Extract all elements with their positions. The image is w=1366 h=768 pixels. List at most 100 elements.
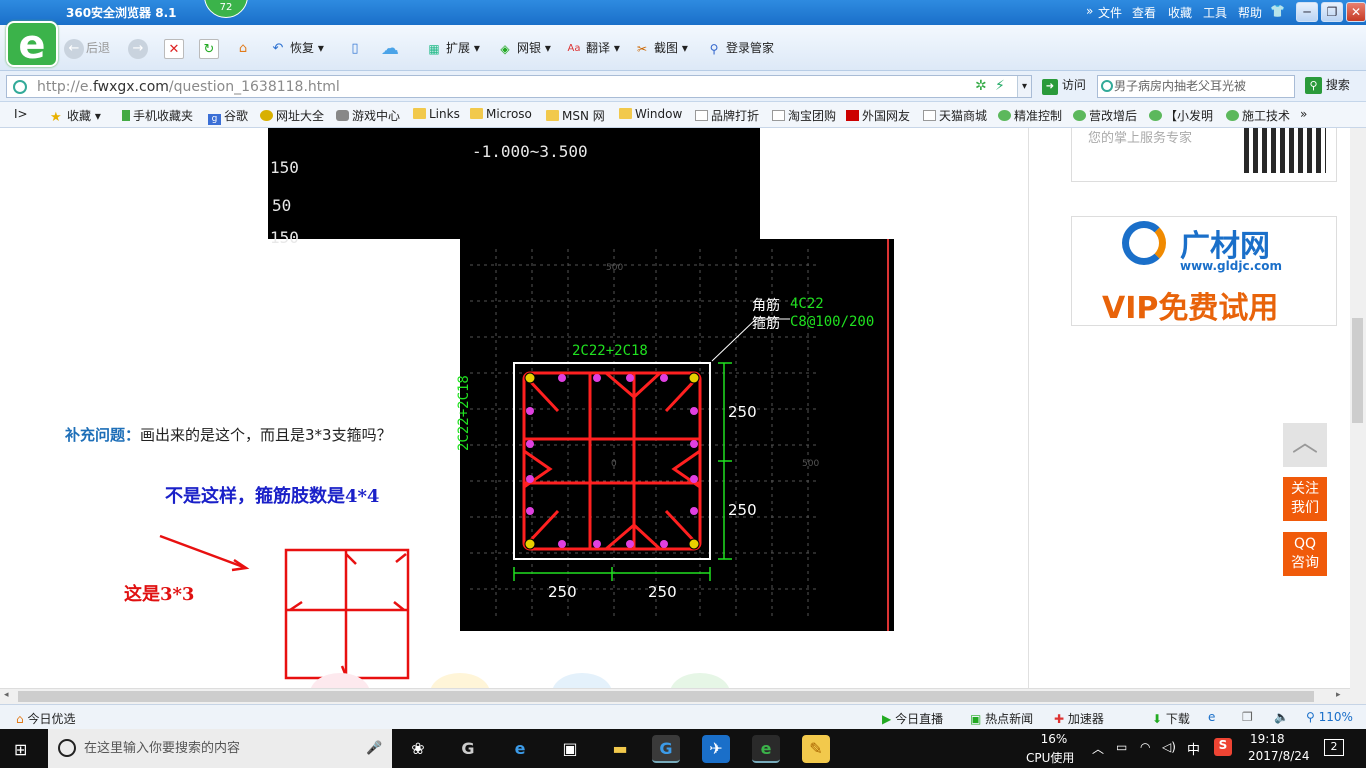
- fav-sites[interactable]: 网址大全: [260, 107, 324, 124]
- mobile-button[interactable]: ▯: [345, 37, 367, 59]
- qr-ad[interactable]: 您的掌上服务专家: [1071, 128, 1337, 182]
- fav-microsoft[interactable]: Microso: [470, 107, 532, 121]
- windows-start-icon[interactable]: ⊞: [14, 740, 27, 759]
- fav-msn[interactable]: MSN 网: [546, 107, 605, 124]
- clock-date[interactable]: 2017/8/24: [1248, 749, 1310, 763]
- extensions-button[interactable]: ▦ 扩展 ▾: [424, 37, 480, 59]
- notification-center[interactable]: 2: [1324, 739, 1344, 756]
- grid-label-top: 500: [606, 263, 624, 273]
- menu-file[interactable]: 文件: [1098, 4, 1122, 21]
- zoom-level[interactable]: ⚲ 110%: [1306, 710, 1353, 724]
- store-icon[interactable]: ▣: [556, 735, 584, 763]
- fav-precise[interactable]: 精准控制: [998, 107, 1062, 124]
- qq-consult-button[interactable]: QQ咨询: [1283, 532, 1327, 576]
- fav-mobile[interactable]: 手机收藏夹: [122, 107, 193, 124]
- promo-text: VIP免费试用: [1102, 291, 1279, 326]
- page-icon: [772, 110, 785, 121]
- fav-tmall[interactable]: 天猫商城: [923, 107, 987, 124]
- follow-us-button[interactable]: 关注我们: [1283, 477, 1327, 521]
- sogou-icon[interactable]: S: [1214, 738, 1232, 756]
- microphone-icon[interactable]: 🎤: [366, 729, 382, 768]
- cad-column-section: 角筋 4C22 箍筋 C8@100/200 2C22+2C18 2C22+2C1…: [456, 239, 894, 631]
- restore-button[interactable]: ↶ 恢复 ▾: [268, 37, 324, 59]
- fav-windows[interactable]: Window: [619, 107, 682, 121]
- battery-icon[interactable]: ▭: [1116, 740, 1127, 754]
- back-to-top-button[interactable]: ︿: [1283, 423, 1327, 467]
- fav-games[interactable]: 游戏中心: [336, 107, 400, 124]
- fav-brand[interactable]: 品牌打折: [695, 107, 759, 124]
- ie-icon[interactable]: e: [1208, 710, 1215, 724]
- translate-button[interactable]: Aa 翻译 ▾: [564, 37, 620, 59]
- back-button[interactable]: ← 后退: [64, 37, 110, 59]
- search-input[interactable]: 男子病房内抽老父耳光被: [1097, 75, 1295, 98]
- horizontal-scrollbar[interactable]: ◂ ▸: [0, 688, 1350, 704]
- fav-construction[interactable]: 施工技术: [1226, 107, 1290, 124]
- maximize-button[interactable]: ❐: [1321, 2, 1343, 22]
- browser-app-icon[interactable]: G: [454, 735, 482, 763]
- hot-news[interactable]: ▣ 热点新闻: [970, 710, 1033, 727]
- vertical-scroll-thumb[interactable]: [1352, 318, 1363, 423]
- fav-google[interactable]: g 谷歌: [208, 107, 248, 125]
- taskbar-search[interactable]: 在这里输入你要搜索的内容 🎤: [48, 729, 392, 768]
- explorer-icon[interactable]: ▬: [606, 735, 634, 763]
- today-picks[interactable]: ⌂ 今日优选: [16, 710, 75, 727]
- home-button[interactable]: ⌂: [233, 37, 255, 59]
- ime-indicator[interactable]: 中: [1187, 739, 1200, 758]
- menu-help[interactable]: 帮助: [1238, 4, 1262, 21]
- tray-expand-icon[interactable]: ︿: [1092, 740, 1104, 757]
- more-favorites-icon[interactable]: »: [1300, 107, 1307, 121]
- go-button[interactable]: ➜ 访问: [1042, 76, 1086, 95]
- search-button[interactable]: ⚲ 搜索: [1305, 76, 1350, 94]
- screenshot-button[interactable]: ✂ 截图 ▾: [632, 37, 688, 59]
- score-badge[interactable]: 72: [204, 0, 248, 18]
- url-dropdown-icon[interactable]: ▾: [1017, 76, 1031, 97]
- fav-taobao[interactable]: 淘宝团购: [772, 107, 836, 124]
- fav-collect[interactable]: ★ 收藏 ▾: [50, 107, 101, 125]
- login-manager-button[interactable]: ⚲ 登录管家: [704, 37, 774, 59]
- menu-favorites[interactable]: 收藏: [1168, 4, 1192, 21]
- close-button[interactable]: ✕: [1346, 2, 1366, 22]
- app-icon[interactable]: ✈: [702, 735, 730, 763]
- gldjc-ad[interactable]: 广材网 www.gldjc.com VIP免费试用: [1071, 216, 1337, 326]
- edge-icon[interactable]: e: [506, 735, 534, 763]
- cad-top-label: 150: [270, 158, 299, 177]
- fav-invention[interactable]: 【小发明: [1149, 107, 1213, 124]
- fav-foreign[interactable]: 外国网友: [846, 107, 910, 124]
- scroll-right-icon[interactable]: ▸: [1336, 690, 1341, 700]
- live-today[interactable]: ▶ 今日直播: [882, 710, 943, 727]
- menu-view[interactable]: 查看: [1132, 4, 1156, 21]
- bank-button[interactable]: ◈ 网银 ▾: [495, 37, 550, 59]
- favorites-toggle-icon[interactable]: I>: [14, 107, 28, 121]
- skin-icon[interactable]: 👕: [1270, 4, 1285, 18]
- cloud-button[interactable]: ☁: [380, 37, 402, 59]
- accelerator[interactable]: ✚ 加速器: [1054, 710, 1104, 727]
- url-text[interactable]: http://e.fwxgx.com/question_1638118.html: [37, 79, 340, 95]
- vertical-scrollbar[interactable]: [1350, 128, 1366, 704]
- glodon-app-icon[interactable]: G: [652, 735, 680, 763]
- downloads[interactable]: ⬇ 下载: [1152, 710, 1190, 727]
- menu-tools[interactable]: 工具: [1203, 4, 1227, 21]
- stop-button[interactable]: ✕: [164, 37, 186, 59]
- volume-icon[interactable]: ◁): [1162, 740, 1176, 754]
- 360-browser-taskbar-icon[interactable]: e: [752, 735, 780, 763]
- forward-button[interactable]: →: [128, 37, 150, 59]
- scroll-left-icon[interactable]: ◂: [4, 690, 9, 700]
- clock-time[interactable]: 19:18: [1250, 732, 1285, 746]
- speaker-icon[interactable]: 🔈: [1274, 710, 1289, 724]
- refresh-button[interactable]: ↻: [199, 37, 221, 59]
- browser-logo-icon[interactable]: e: [6, 21, 58, 67]
- wifi-icon[interactable]: ◠: [1140, 740, 1150, 754]
- stirrup-value: C8@100/200: [790, 314, 875, 330]
- arrows-icon[interactable]: »: [1086, 4, 1093, 18]
- horizontal-scroll-thumb[interactable]: [18, 691, 1314, 702]
- phone-icon: ▯: [351, 40, 359, 56]
- notes-app-icon[interactable]: ✎: [802, 735, 830, 763]
- address-bar[interactable]: http://e.fwxgx.com/question_1638118.html…: [6, 75, 1032, 98]
- taskview-icon[interactable]: ❀: [404, 735, 432, 763]
- minimize-button[interactable]: ─: [1296, 2, 1318, 22]
- grid-label-right: 500: [802, 459, 820, 469]
- window-icon[interactable]: ❐: [1242, 710, 1253, 724]
- fav-links[interactable]: Links: [413, 107, 460, 121]
- fav-vat[interactable]: 营改增后: [1073, 107, 1137, 124]
- turbo-icon[interactable]: ⚡: [995, 78, 1005, 94]
